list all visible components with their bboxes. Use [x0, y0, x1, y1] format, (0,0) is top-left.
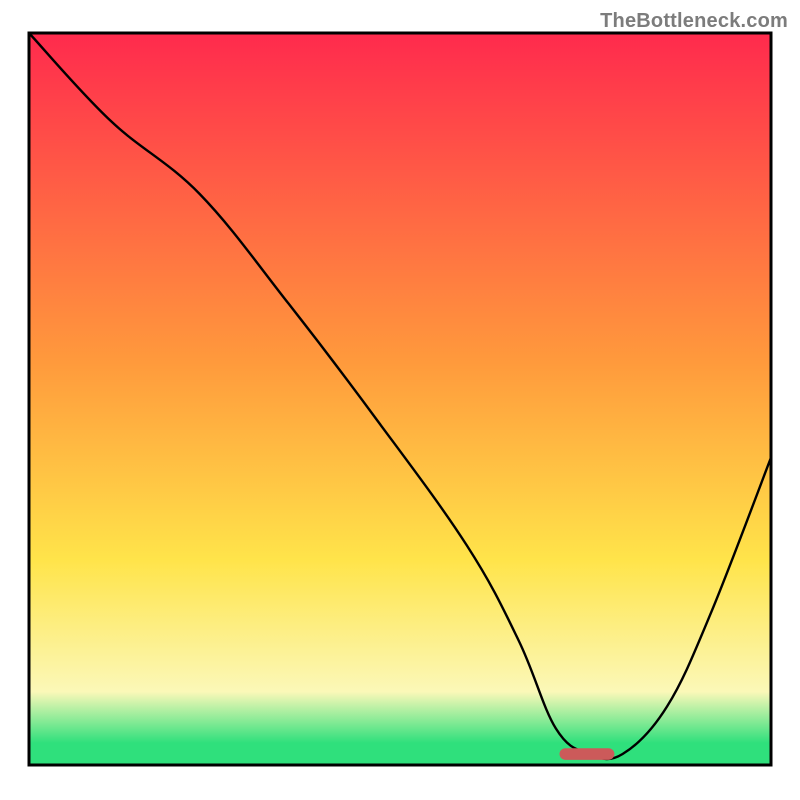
bottleneck-chart [0, 0, 800, 800]
chart-background [29, 33, 771, 765]
chart-stage: TheBottleneck.com [0, 0, 800, 800]
optimum-marker [560, 748, 615, 760]
